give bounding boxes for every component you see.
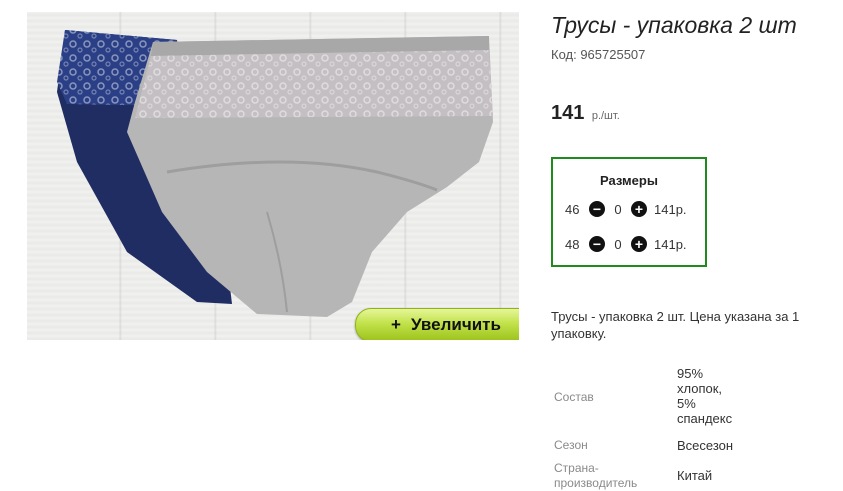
price-unit: р./шт. [591, 110, 620, 122]
size-label: 48 [565, 236, 580, 252]
zoom-label: Увеличить [410, 315, 501, 334]
plus-icon[interactable]: + [631, 201, 647, 217]
quantity-value: 0 [614, 236, 622, 252]
size-label: 46 [565, 201, 580, 217]
size-price: 141р. [654, 201, 687, 217]
plus-icon: + [391, 315, 401, 334]
sizes-title: Размеры [600, 173, 658, 188]
label-line: Страна- [554, 461, 599, 475]
value-line: хлопок, [677, 381, 723, 396]
attr-label-composition: Состав [554, 390, 594, 404]
product-image[interactable]: + Увеличить [27, 12, 519, 340]
size-row-46: 46 − 0 + 141р. [565, 199, 687, 219]
plus-icon[interactable]: + [631, 236, 647, 252]
attr-value-season: Всесезон [677, 438, 734, 453]
product-title: Трусы - упаковка 2 шт [551, 12, 797, 38]
product-photo-illustration [57, 30, 493, 317]
value-line: спандекс [677, 411, 733, 426]
value-line: 5% [677, 396, 696, 411]
minus-icon[interactable]: − [589, 201, 605, 217]
product-description: Трусы - упаковка 2 шт. Цена указана за 1… [551, 309, 800, 341]
sizes-box: Размеры 46 − 0 + 141р. 48 − 0 + 141р. [551, 157, 707, 267]
quantity-value: 0 [614, 201, 622, 217]
size-price: 141р. [654, 236, 687, 252]
value-line: 95% [677, 366, 704, 381]
size-row-48: 48 − 0 + 141р. [565, 234, 687, 254]
attr-value-country: Китай [677, 468, 713, 483]
zoom-button[interactable]: + Увеличить [355, 308, 519, 340]
product-code: Код: 965725507 [551, 47, 646, 62]
attr-value-composition: 95% хлопок, 5% спандекс [677, 366, 732, 426]
product-price: 141 р./шт. [551, 102, 620, 125]
price-value: 141 [551, 102, 585, 124]
attr-label-season: Сезон [554, 438, 588, 452]
minus-icon[interactable]: − [589, 236, 605, 252]
attr-label-country: Страна- производитель [554, 461, 637, 491]
